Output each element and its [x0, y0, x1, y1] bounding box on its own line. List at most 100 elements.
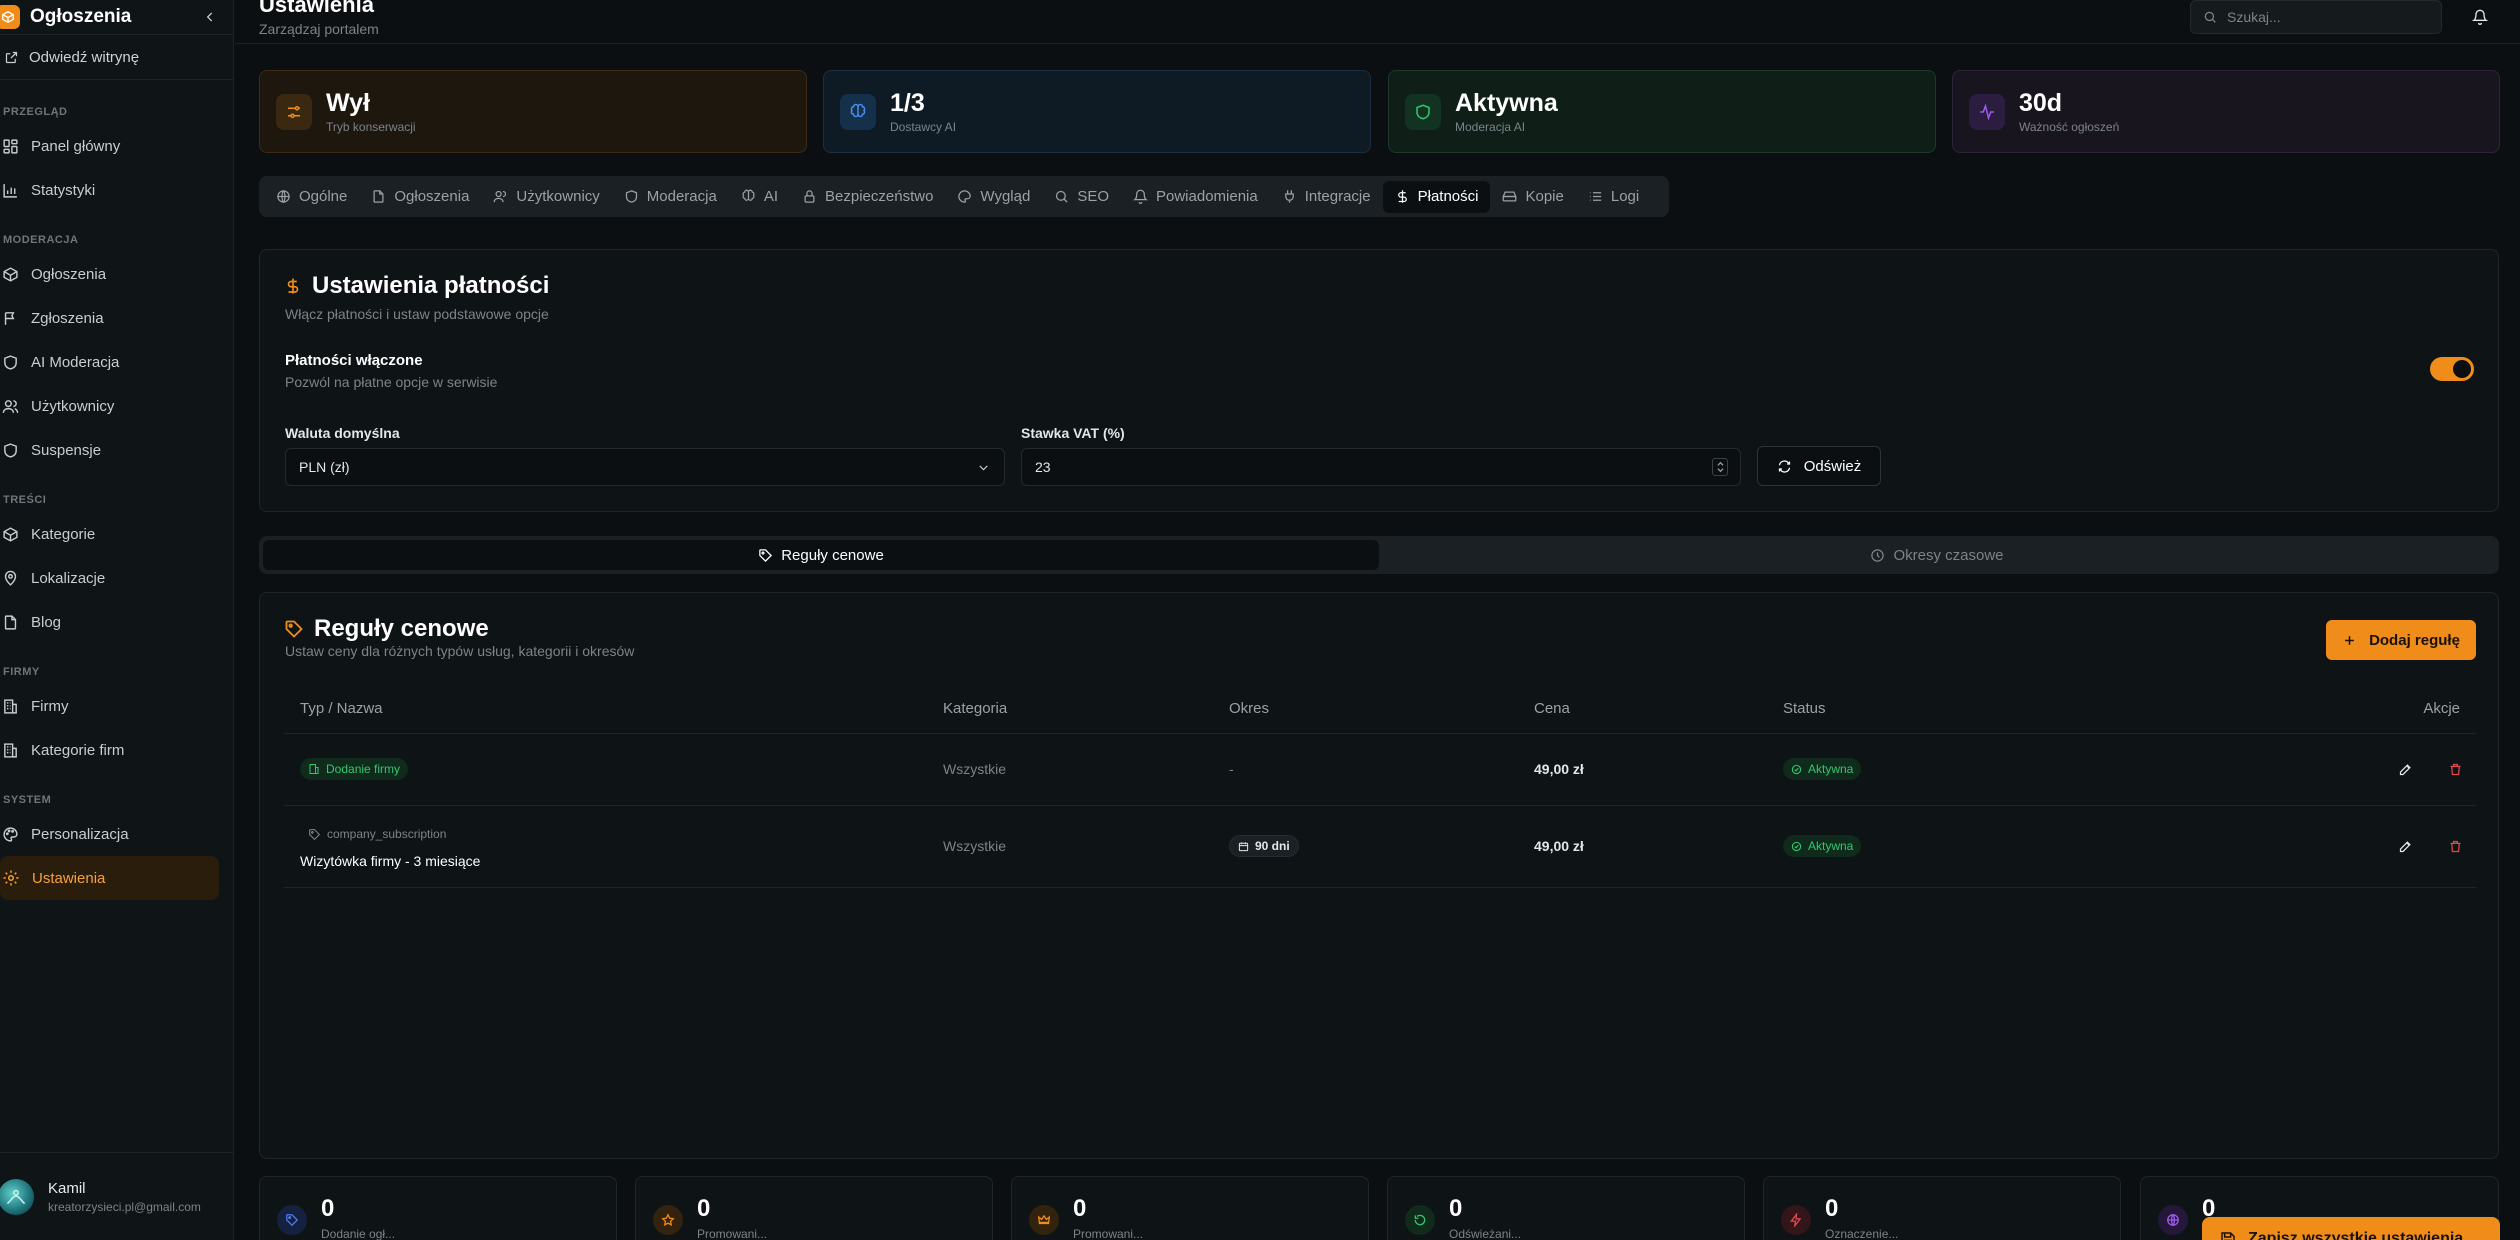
visit-site-link[interactable]: Odwiedź witrynę	[0, 35, 233, 79]
user-profile[interactable]: Kamil kreatorzysieci.pl@gmail.com	[0, 1152, 234, 1240]
table-row[interactable]: company_subscription Wizytówka firmy - 3…	[284, 805, 2476, 888]
payment-settings-subtitle: Włącz płatności i ustaw podstawowe opcje	[285, 306, 549, 322]
sidebar-item-uzytkownicy[interactable]: Użytkownicy	[0, 384, 219, 428]
stat-card-listing-validity: 30d Ważność ogłoszeń	[1952, 70, 2500, 153]
bottom-stat-value: 0	[697, 1195, 711, 1222]
sidebar-header: Ogłoszenia	[0, 0, 233, 34]
currency-select[interactable]: PLN (zł)	[285, 448, 1005, 486]
sidebar-item-kategorie[interactable]: Kategorie	[0, 512, 219, 556]
column-header: Okres	[1229, 685, 1534, 734]
sidebar-item-zgloszenia[interactable]: Zgłoszenia	[0, 296, 219, 340]
stat-value: 30d	[2019, 89, 2063, 117]
building-icon	[309, 764, 319, 774]
sidebar-item-personalizacja[interactable]: Personalizacja	[0, 812, 219, 856]
add-rule-button[interactable]: Dodaj regułę	[2326, 620, 2476, 660]
bottom-stat-card: 0 Promowani...	[635, 1176, 993, 1240]
stat-label: Moderacja AI	[1455, 120, 1526, 134]
subtab-pricing-rules[interactable]: Reguły cenowe	[263, 540, 1379, 570]
tab-label: Użytkownicy	[516, 188, 600, 205]
sidebar-item-firmy[interactable]: Firmy	[0, 684, 219, 728]
bottom-stat-label: Oznaczenie...	[1825, 1227, 1899, 1240]
dollar-icon	[287, 278, 299, 294]
tab-bezpieczenstwo[interactable]: Bezpieczeństwo	[790, 181, 945, 213]
edit-button[interactable]	[2392, 756, 2418, 782]
sidebar-item-statystyki[interactable]: Statystyki	[0, 168, 219, 212]
top-header: Ustawienia Zarządzaj portalem	[235, 0, 2520, 44]
refresh-button[interactable]: Odśwież	[1757, 446, 1881, 486]
tab-seo[interactable]: SEO	[1042, 181, 1121, 213]
sidebar-item-suspensje[interactable]: Suspensje	[0, 428, 219, 472]
sidebar-item-panel-glowny[interactable]: Panel główny	[0, 124, 219, 168]
category-cell: Wszystkie	[943, 733, 1229, 806]
tab-uzytkownicy[interactable]: Użytkownicy	[481, 181, 611, 213]
collapse-sidebar-button[interactable]	[199, 6, 221, 28]
tab-ogolne[interactable]: Ogólne	[264, 181, 359, 213]
payments-enabled-toggle[interactable]	[2430, 357, 2474, 381]
bottom-stat-label: Odświeżani...	[1449, 1227, 1522, 1240]
users-icon	[494, 190, 507, 203]
tab-powiadomienia[interactable]: Powiadomienia	[1121, 181, 1270, 213]
table-row[interactable]: Dodanie firmy Wszystkie - 49,00 zł Aktyw…	[284, 733, 2476, 806]
sidebar-item-kategorie-firm[interactable]: Kategorie firm	[0, 728, 219, 772]
brand-name: Ogłoszenia	[30, 6, 132, 27]
save-all-settings-button[interactable]: Zapisz wszystkie ustawienia	[2202, 1217, 2500, 1240]
globe-icon	[2158, 1205, 2188, 1235]
bottom-stat-value: 0	[321, 1195, 335, 1222]
column-header: Kategoria	[943, 685, 1229, 734]
column-header: Akcje	[2323, 685, 2476, 734]
user-email: kreatorzysieci.pl@gmail.com	[48, 1199, 201, 1214]
package-icon	[3, 526, 18, 542]
tab-logi[interactable]: Logi	[1576, 181, 1651, 213]
visit-site-label: Odwiedź witrynę	[29, 48, 140, 66]
stat-value: Aktywna	[1455, 89, 1558, 117]
delete-button[interactable]	[2442, 756, 2468, 782]
lock-icon	[804, 190, 815, 203]
tab-ogloszenia[interactable]: Ogłoszenia	[359, 181, 481, 213]
tab-label: SEO	[1077, 188, 1109, 205]
subtab-time-periods[interactable]: Okresy czasowe	[1379, 540, 2495, 570]
vat-value: 23	[1035, 459, 1051, 475]
sidebar-item-label: Firmy	[31, 697, 69, 715]
status-label: Aktywna	[1808, 762, 1854, 776]
sidebar-item-blog[interactable]: Blog	[0, 600, 219, 644]
tab-wyglad[interactable]: Wygląd	[945, 181, 1042, 213]
tab-platnosci[interactable]: Płatności	[1382, 180, 1491, 213]
sidebar-item-ogloszenia[interactable]: Ogłoszenia	[0, 252, 219, 296]
external-link-icon	[5, 51, 18, 63]
sidebar-section-moderacja: MODERACJA Ogłoszenia Zgłoszenia AI Moder…	[0, 226, 233, 472]
globe-icon	[277, 190, 290, 203]
check-circle-icon	[1791, 764, 1802, 774]
sliders-icon	[276, 93, 312, 130]
tag-icon	[759, 548, 773, 562]
sidebar-section-przeglad: PRZEGLĄD Panel główny Statystyki	[0, 98, 233, 212]
vat-input[interactable]: 23	[1021, 448, 1741, 486]
pencil-icon	[2399, 840, 2411, 852]
table-header-row: Typ / Nazwa Kategoria Okres Cena Status …	[284, 685, 2476, 734]
bottom-stat-value: 0	[1449, 1195, 1463, 1222]
tab-label: Kopie	[1525, 188, 1564, 205]
sidebar-item-ustawienia[interactable]: Ustawienia	[0, 856, 219, 900]
tab-moderacja[interactable]: Moderacja	[612, 181, 729, 213]
tab-kopie[interactable]: Kopie	[1490, 181, 1575, 213]
tab-ai[interactable]: AI	[729, 181, 790, 213]
tag-icon	[285, 620, 303, 638]
delete-button[interactable]	[2442, 833, 2468, 859]
sidebar-section-title: PRZEGLĄD	[3, 106, 68, 118]
sidebar-item-lokalizacje[interactable]: Lokalizacje	[0, 556, 219, 600]
pricing-rules-subtitle: Ustaw ceny dla różnych typów usług, kate…	[285, 643, 635, 659]
type-label: Dodanie firmy	[326, 762, 401, 776]
divider	[0, 79, 233, 80]
notifications-button[interactable]	[2467, 4, 2493, 30]
map-pin-icon	[4, 570, 17, 586]
sidebar-item-label: Personalizacja	[31, 825, 129, 843]
stat-card-ai-providers: 1/3 Dostawcy AI	[823, 70, 1371, 153]
sidebar-item-ai-moderacja[interactable]: AI Moderacja	[0, 340, 219, 384]
stat-label: Tryb konserwacji	[326, 120, 416, 134]
tab-integracje[interactable]: Integracje	[1270, 181, 1383, 213]
search-input[interactable]	[2227, 9, 2417, 25]
sidebar-section-tresci: TREŚCI Kategorie Lokalizacje Blog	[0, 486, 233, 644]
star-icon	[653, 1205, 683, 1235]
edit-button[interactable]	[2392, 833, 2418, 859]
tag-icon	[277, 1205, 307, 1235]
number-stepper[interactable]	[1712, 458, 1728, 476]
